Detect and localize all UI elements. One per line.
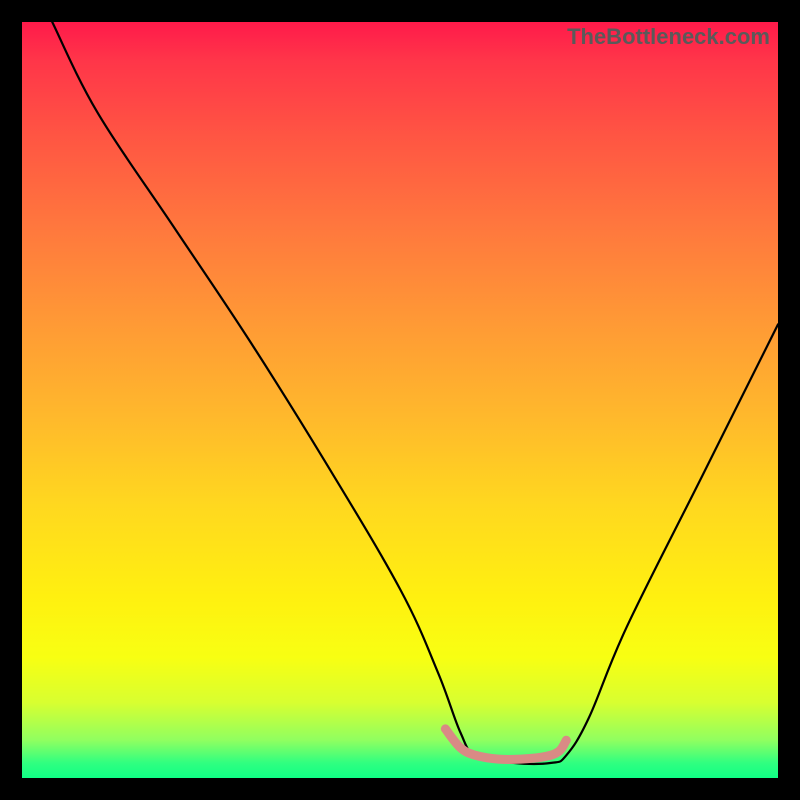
chart-container: TheBottleneck.com [0, 0, 800, 800]
curve-svg [22, 22, 778, 778]
plot-area: TheBottleneck.com [22, 22, 778, 778]
bottleneck-curve-path [52, 22, 778, 764]
watermark-text: TheBottleneck.com [567, 24, 770, 50]
bottom-highlight-path [445, 729, 566, 760]
